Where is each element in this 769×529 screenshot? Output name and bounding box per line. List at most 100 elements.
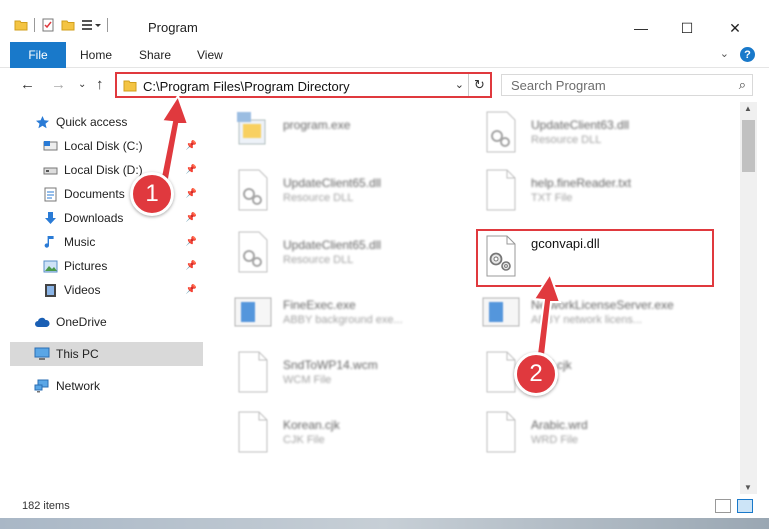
forward-arrow-icon[interactable]: → — [51, 76, 66, 93]
exe-file-icon — [482, 297, 520, 327]
pin-icon[interactable]: 📌 — [186, 140, 197, 151]
exe-file-icon — [234, 297, 272, 327]
sidebar-item-pictures[interactable]: Pictures 📌 — [42, 254, 203, 278]
sidebar-item-downloads[interactable]: Downloads 📌 — [42, 206, 203, 230]
file-item[interactable]: UpdateClient63.dll Resource DLL — [481, 108, 711, 158]
title-bar: Program — ☐ ✕ — [0, 0, 769, 42]
sidebar-item-quick-access[interactable]: Quick access — [34, 110, 203, 134]
tab-home[interactable]: Home — [80, 48, 112, 62]
step-badge-2: 2 — [514, 352, 558, 396]
minimize-button[interactable]: — — [618, 14, 664, 42]
step-badge-1: 1 — [130, 172, 174, 216]
scrollbar-thumb[interactable] — [742, 120, 755, 172]
pin-icon[interactable]: 📌 — [186, 164, 197, 175]
sidebar-item-label: Documents — [64, 187, 125, 201]
sidebar-item-label: Pictures — [64, 259, 108, 273]
blank-file-icon — [238, 351, 268, 393]
blank-file-icon — [238, 411, 268, 453]
file-item[interactable]: UpdateClient65.dll Resource DLL — [233, 166, 463, 216]
file-type: ABBY network licens... — [531, 314, 643, 326]
sidebar-item-local-disk-d[interactable]: Local Disk (D:) 📌 — [42, 158, 203, 182]
network-icon — [34, 378, 50, 394]
dll-file-icon — [238, 169, 268, 211]
file-item[interactable]: help.fineReader.txt TXT File — [481, 166, 711, 216]
file-type: ABBY background exe... — [283, 314, 403, 326]
file-item[interactable]: UpdateClient65.dll Resource DLL — [233, 228, 463, 278]
sidebar-item-documents[interactable]: Documents 📌 — [42, 182, 203, 206]
file-item[interactable]: Arabic.wrd WRD File — [481, 408, 711, 458]
navigation-bar: ← → ⌄ ↑ C:\Program Files\Program Directo… — [0, 68, 769, 102]
film-strip-icon — [42, 282, 58, 298]
quick-access-toolbar — [14, 18, 108, 32]
pin-icon[interactable]: 📌 — [186, 188, 197, 199]
vertical-scrollbar[interactable]: ▲ ▼ — [740, 102, 757, 494]
back-arrow-icon[interactable]: ← — [20, 76, 35, 93]
dll-file-icon — [486, 111, 516, 153]
sidebar-item-network[interactable]: Network — [34, 374, 203, 398]
tab-view[interactable]: View — [197, 48, 223, 62]
tab-share[interactable]: Share — [139, 48, 171, 62]
address-bar[interactable]: C:\Program Files\Program Directory ⌄ ↻ — [115, 72, 492, 98]
properties-icon[interactable] — [41, 18, 55, 32]
file-highlight-box — [476, 229, 714, 287]
file-name: NetworkLicenseServer.exe — [531, 298, 674, 312]
file-item[interactable]: program.exe — [233, 108, 463, 158]
scroll-up-icon[interactable]: ▲ — [744, 104, 752, 113]
file-name: FineExec.exe — [283, 298, 356, 312]
maximize-button[interactable]: ☐ — [664, 14, 710, 42]
tiles-view-icon[interactable] — [737, 499, 753, 513]
ribbon-expand-icon[interactable]: ⌄ — [720, 47, 729, 60]
file-type: Resource DLL — [283, 192, 354, 204]
file-item[interactable]: FineExec.exe ABBY background exe... — [233, 288, 463, 338]
help-icon[interactable]: ? — [740, 47, 755, 62]
pin-icon[interactable]: 📌 — [186, 284, 197, 295]
cloud-icon — [34, 314, 50, 330]
search-icon[interactable]: ⌕ — [739, 77, 746, 93]
new-folder-icon[interactable] — [61, 18, 75, 32]
file-name: help.fineReader.txt — [531, 176, 632, 190]
desktop-background-strip — [0, 518, 769, 529]
pin-icon[interactable]: 📌 — [186, 260, 197, 271]
separator — [34, 18, 35, 32]
file-item[interactable]: SndToWP14.wcm WCM File — [233, 348, 463, 398]
drive-icon — [42, 138, 58, 154]
sidebar-item-local-disk-c[interactable]: Local Disk (C:) 📌 — [42, 134, 203, 158]
sidebar-item-label: Network — [56, 379, 101, 393]
file-name: UpdateClient65.dll — [283, 176, 382, 190]
exe-file-icon — [237, 112, 266, 145]
sidebar-item-label: Quick access — [56, 115, 128, 129]
customize-toolbar-icon[interactable] — [81, 18, 101, 32]
recent-locations-icon[interactable]: ⌄ — [78, 79, 86, 90]
file-name: Arabic.wrd — [531, 418, 588, 432]
tab-file[interactable]: File — [10, 42, 66, 68]
computer-icon — [34, 346, 50, 362]
scroll-down-icon[interactable]: ▼ — [744, 483, 752, 492]
details-view-icon[interactable] — [715, 499, 731, 513]
refresh-icon[interactable]: ↻ — [468, 74, 490, 96]
folder-icon[interactable] — [14, 18, 28, 32]
sidebar-item-label: Music — [64, 235, 96, 249]
up-arrow-icon[interactable]: ↑ — [96, 76, 104, 93]
pin-icon[interactable]: 📌 — [186, 236, 197, 247]
file-type: WCM File — [283, 374, 332, 386]
file-type: CJK File — [283, 434, 325, 446]
text-file-icon — [486, 169, 516, 211]
documents-icon — [42, 186, 58, 202]
file-item[interactable]: Korean.cjk CJK File — [233, 408, 463, 458]
address-dropdown-icon[interactable]: ⌄ — [455, 78, 464, 91]
file-name: UpdateClient65.dll — [283, 238, 382, 252]
file-item[interactable]: NetworkLicenseServer.exe ABBY network li… — [481, 288, 711, 338]
sidebar-item-label: OneDrive — [56, 315, 107, 329]
window-title: Program — [148, 20, 198, 35]
search-box[interactable]: Search Program ⌕ — [501, 74, 753, 96]
search-placeholder: Search Program — [511, 78, 606, 93]
sidebar-item-videos[interactable]: Videos 📌 — [42, 278, 203, 302]
file-type: WRD File — [531, 434, 579, 446]
close-button[interactable]: ✕ — [712, 14, 758, 42]
sidebar-item-music[interactable]: Music 📌 — [42, 230, 203, 254]
sidebar-item-this-pc[interactable]: This PC — [10, 342, 203, 366]
navigation-pane: Quick access Local Disk (C:) 📌 Local Dis… — [0, 102, 205, 494]
sidebar-item-onedrive[interactable]: OneDrive — [34, 310, 203, 334]
pin-icon[interactable]: 📌 — [186, 212, 197, 223]
download-arrow-icon — [42, 210, 58, 226]
